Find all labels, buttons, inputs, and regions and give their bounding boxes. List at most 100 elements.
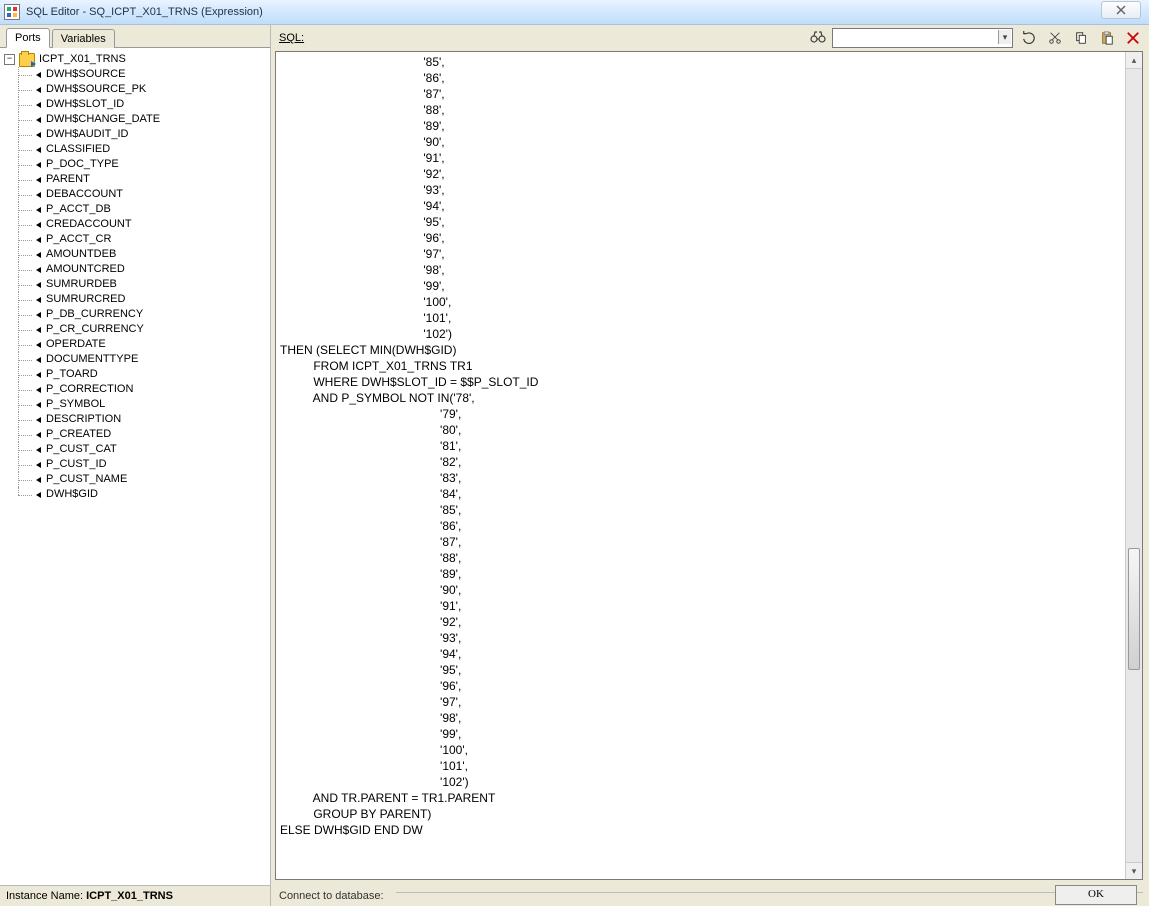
port-arrow-icon <box>36 132 41 138</box>
copy-button[interactable] <box>1071 28 1091 48</box>
port-item[interactable]: P_DOC_TYPE <box>10 157 268 172</box>
tree-toggle[interactable]: − <box>4 54 15 65</box>
find-dropdown[interactable]: ▾ <box>998 30 1011 44</box>
port-label: P_CUST_CAT <box>36 443 117 455</box>
cancel-button[interactable] <box>1123 28 1143 48</box>
instance-row: Instance Name: ICPT_X01_TRNS <box>0 885 270 906</box>
port-arrow-icon <box>36 357 41 363</box>
port-arrow-icon <box>36 177 41 183</box>
port-label: DWH$SOURCE <box>36 68 125 80</box>
port-item[interactable]: P_ACCT_DB <box>10 202 268 217</box>
port-label: DOCUMENTTYPE <box>36 353 138 365</box>
scroll-thumb[interactable] <box>1128 548 1140 670</box>
port-arrow-icon <box>36 402 41 408</box>
port-item[interactable]: P_CUST_NAME <box>10 472 268 487</box>
scroll-up-button[interactable]: ▴ <box>1126 52 1142 69</box>
connect-label: Connect to database: <box>279 890 384 902</box>
port-arrow-icon <box>36 282 41 288</box>
port-list: DWH$SOURCE DWH$SOURCE_PKDWH$SLOT_IDDWH$CH… <box>2 67 268 502</box>
port-label: DEBACCOUNT <box>36 188 123 200</box>
port-item[interactable]: DOCUMENTTYPE <box>10 352 268 367</box>
port-item[interactable]: P_CUST_ID <box>10 457 268 472</box>
port-label: AMOUNTDEB <box>36 248 116 260</box>
port-item[interactable]: P_DB_CURRENCY <box>10 307 268 322</box>
tab-variables[interactable]: Variables <box>52 29 115 48</box>
port-arrow-icon <box>36 327 41 333</box>
right-pane: SQL: ▾ <box>271 25 1149 906</box>
ports-tree[interactable]: − ICPT_X01_TRNS DWH$SOURCEDWH$SOURCE_PKD… <box>0 48 270 885</box>
port-label: P_CUST_ID <box>36 458 107 470</box>
port-item[interactable]: DEBACCOUNT <box>10 187 268 202</box>
port-label: P_SYMBOL <box>36 398 105 410</box>
port-label: OPERDATE <box>36 338 106 350</box>
paste-button[interactable] <box>1097 28 1117 48</box>
copy-icon <box>1074 31 1088 45</box>
port-item[interactable]: P_ACCT_CR <box>10 232 268 247</box>
sql-toolbar: SQL: ▾ <box>271 25 1149 49</box>
port-item[interactable]: CREDACCOUNT <box>10 217 268 232</box>
port-item[interactable]: DESCRIPTION <box>10 412 268 427</box>
port-label: P_ACCT_DB <box>36 203 111 215</box>
port-item[interactable]: CLASSIFIED <box>10 142 268 157</box>
port-item[interactable]: P_SYMBOL <box>10 397 268 412</box>
close-icon <box>1116 5 1126 15</box>
scroll-down-button[interactable]: ▾ <box>1126 862 1142 879</box>
instance-value: ICPT_X01_TRNS <box>86 890 173 902</box>
port-label: DESCRIPTION <box>36 413 121 425</box>
titlebar: SQL Editor - SQ_ICPT_X01_TRNS (Expressio… <box>0 0 1149 25</box>
cut-button[interactable] <box>1045 28 1065 48</box>
tab-ports[interactable]: Ports <box>6 28 50 48</box>
body: Ports Variables − ICPT_X01_TRNS DWH$SOUR… <box>0 25 1149 906</box>
port-arrow-icon <box>36 312 41 318</box>
port-label: P_CUST_NAME <box>36 473 127 485</box>
port-item[interactable]: DWH$SOURCE <box>10 67 268 82</box>
port-item[interactable]: DWH$GID <box>10 487 268 502</box>
port-item[interactable]: PARENT <box>10 172 268 187</box>
port-arrow-icon <box>36 432 41 438</box>
port-label: P_CORRECTION <box>36 383 133 395</box>
tree-root[interactable]: − ICPT_X01_TRNS <box>2 52 268 67</box>
port-label: DWH$GID <box>36 488 98 500</box>
port-item[interactable]: DWH$SLOT_ID <box>10 97 268 112</box>
port-item[interactable]: P_CORRECTION <box>10 382 268 397</box>
port-item[interactable]: P_CREATED <box>10 427 268 442</box>
sql-label: SQL: <box>279 32 304 44</box>
ok-button[interactable]: OK <box>1055 885 1137 905</box>
port-arrow-icon <box>36 297 41 303</box>
port-item[interactable]: DWH$SOURCE_PK <box>10 82 268 97</box>
window-title: SQL Editor - SQ_ICPT_X01_TRNS (Expressio… <box>26 6 263 18</box>
undo-button[interactable] <box>1019 28 1039 48</box>
port-arrow-icon <box>36 72 41 78</box>
find-input[interactable] <box>832 28 1013 48</box>
port-item[interactable]: DWH$AUDIT_ID <box>10 127 268 142</box>
port-arrow-icon <box>36 462 41 468</box>
port-arrow-icon <box>36 342 41 348</box>
left-pane: Ports Variables − ICPT_X01_TRNS DWH$SOUR… <box>0 25 271 906</box>
port-item[interactable]: AMOUNTDEB <box>10 247 268 262</box>
port-item[interactable]: P_TOARD <box>10 367 268 382</box>
instance-label: Instance Name: <box>6 890 83 902</box>
right-footer: Connect to database: OK <box>271 884 1149 906</box>
port-item[interactable]: SUMRURCRED <box>10 292 268 307</box>
port-label: SUMRURDEB <box>36 278 117 290</box>
binoculars-icon[interactable] <box>810 31 826 46</box>
port-item[interactable]: OPERDATE <box>10 337 268 352</box>
port-item[interactable]: SUMRURDEB <box>10 277 268 292</box>
find-wrap: ▾ <box>832 28 1013 48</box>
port-arrow-icon <box>36 252 41 258</box>
port-label: P_CR_CURRENCY <box>36 323 144 335</box>
port-item[interactable]: P_CR_CURRENCY <box>10 322 268 337</box>
scrollbar[interactable]: ▴ ▾ <box>1125 52 1142 879</box>
port-arrow-icon <box>36 387 41 393</box>
port-item[interactable]: AMOUNTCRED <box>10 262 268 277</box>
paste-icon <box>1100 31 1114 45</box>
port-arrow-icon <box>36 417 41 423</box>
port-label: DWH$CHANGE_DATE <box>36 113 160 125</box>
port-arrow-icon <box>36 492 41 498</box>
port-item[interactable]: DWH$CHANGE_DATE <box>10 112 268 127</box>
scissors-icon <box>1048 31 1062 45</box>
window-close-button[interactable] <box>1101 1 1141 19</box>
port-item[interactable]: P_CUST_CAT <box>10 442 268 457</box>
x-icon <box>1126 31 1140 45</box>
sql-editor[interactable]: '85', '86', '87', '88', '89' <box>276 52 1125 879</box>
